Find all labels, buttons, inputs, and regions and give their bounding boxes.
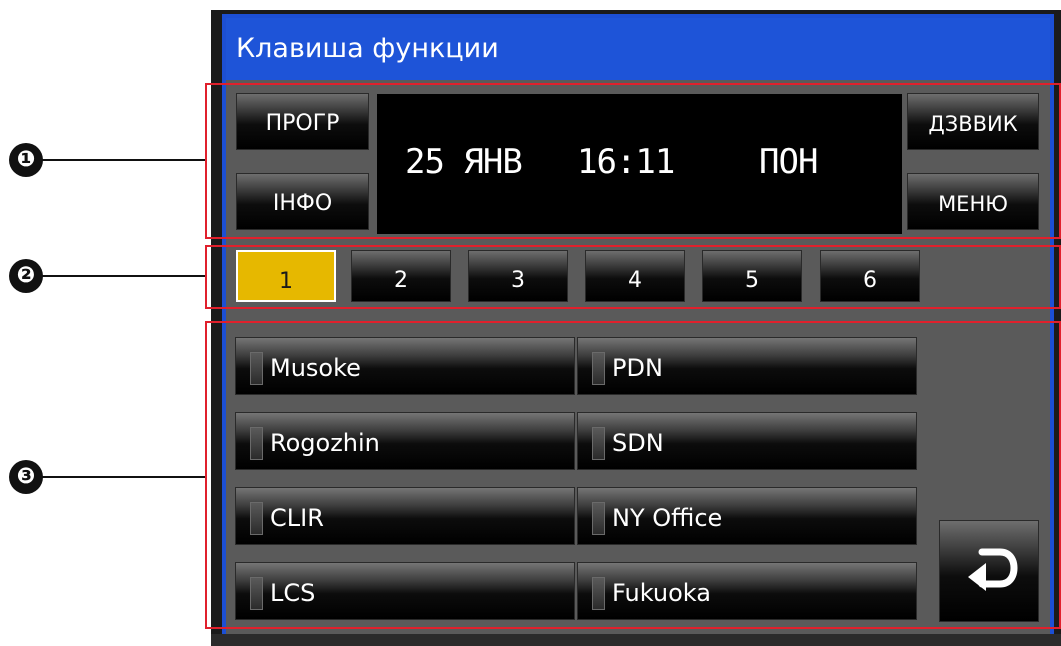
window-title: Клавиша функции	[226, 18, 1050, 80]
annotation-box-tabs	[205, 245, 1061, 309]
screenshot-stage: Клавиша функции ПРОГР ІНФО 25 ЯНВ 16:11 …	[0, 0, 1061, 646]
callout-leader-line	[42, 476, 205, 478]
callout-marker-3: ❸	[9, 460, 43, 494]
annotation-box-header	[205, 83, 1061, 239]
device-bottom-edge	[211, 634, 1061, 646]
callout-marker-1: ❶	[9, 143, 43, 177]
callout-leader-line	[42, 159, 205, 161]
annotation-box-keys	[205, 321, 1061, 629]
callout-marker-2: ❷	[9, 259, 43, 293]
callout-leader-line	[42, 275, 205, 277]
